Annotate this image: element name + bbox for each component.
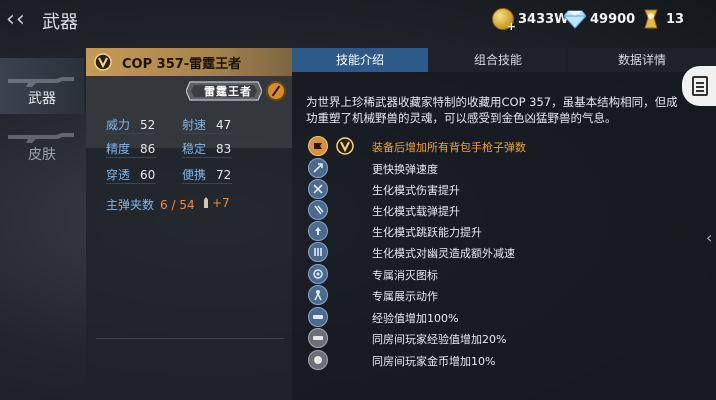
- stat-penetration: 穿透 60: [106, 168, 156, 182]
- bullet-icon: [204, 197, 208, 208]
- skill-row: 同房间玩家经验值增加20%: [308, 328, 688, 348]
- tab-combo-skills[interactable]: 组合技能: [430, 48, 566, 72]
- sidebar-item-label: 皮肤: [28, 147, 56, 163]
- stat-portability: 便携 72: [182, 168, 232, 182]
- kill-mark-icon: [308, 264, 328, 284]
- skill-text: 同房间玩家经验值增加20%: [372, 333, 507, 346]
- rank-badge-icon: [644, 9, 658, 29]
- gold-counter[interactable]: 3433W: [492, 6, 569, 33]
- rank-counter[interactable]: 13: [642, 6, 684, 32]
- weapon-info-panel: COP 357-雷霆王者 雷霆王者 威力 52 射速 47 精度 86 稳定 83 穿透…: [86, 48, 292, 400]
- skill-row: 生化模式载弹提升: [308, 200, 688, 220]
- weapon-header: COP 357-雷霆王者: [86, 48, 292, 76]
- vip-icon: [94, 53, 112, 71]
- diamond-amount: 49900: [590, 11, 636, 27]
- magazine-icon: [308, 200, 328, 220]
- skill-text: 生化模式跳跃能力提升: [372, 226, 482, 239]
- stat-underline: [182, 183, 232, 184]
- skill-row: 专属消灭图标: [308, 264, 688, 284]
- skill-text: 专属展示动作: [372, 290, 438, 303]
- stat-power: 威力 52: [106, 118, 156, 132]
- stat-fire-rate: 射速 47: [182, 118, 232, 132]
- ammo-readout: 主弹夹数 6 / 54: [106, 196, 195, 213]
- document-icon: [692, 76, 708, 96]
- skill-row: 专属展示动作: [308, 285, 688, 305]
- diamond-counter[interactable]: 49900: [564, 6, 635, 32]
- sidebar-item-label: 武器: [28, 91, 56, 107]
- skill-text: 经验值增加100%: [372, 312, 459, 325]
- room-exp-icon: [308, 328, 328, 348]
- jump-icon: [308, 221, 328, 241]
- chevron-left-icon: ‹: [6, 7, 15, 32]
- divider: [96, 338, 284, 339]
- skill-text: 更快换弹速度: [372, 163, 438, 176]
- skill-text: 装备后增加所有背包手枪子弹数: [372, 141, 526, 154]
- sidebar: 武器 皮肤: [0, 40, 84, 400]
- weapon-name: COP 357-雷霆王者: [122, 57, 242, 72]
- exp-icon: [308, 307, 328, 327]
- showcase-icon: [308, 285, 328, 305]
- skill-row: 装备后增加所有背包手枪子弹数: [308, 136, 688, 156]
- rifle-icon: [8, 133, 74, 143]
- room-gold-icon: [308, 350, 328, 370]
- skill-row: 生化模式跳跃能力提升: [308, 221, 688, 241]
- skill-row: 同房间玩家金币增加10%: [308, 350, 688, 370]
- gold-coin-icon: [492, 8, 516, 33]
- name-plate-label: 雷霆王者: [204, 85, 252, 98]
- back-button[interactable]: ‹ ‹: [4, 8, 34, 32]
- ammo-value: 6 / 54: [160, 198, 195, 212]
- skill-row: 更快换弹速度: [308, 158, 688, 178]
- tab-skill-intro[interactable]: 技能介绍: [292, 48, 428, 72]
- stat-underline: [106, 183, 156, 184]
- gold-amount: 3433W: [518, 11, 569, 27]
- slow-icon: [308, 242, 328, 262]
- skill-text: 生化模式伤害提升: [372, 184, 460, 197]
- sidebar-item-weapons[interactable]: 武器: [0, 58, 84, 114]
- reload-icon: [308, 158, 328, 178]
- vip-icon: [336, 137, 354, 155]
- damage-icon: [308, 179, 328, 199]
- stat-underline: [106, 133, 156, 134]
- skill-text: 同房间玩家金币增加10%: [372, 355, 496, 368]
- rifle-icon: [8, 77, 74, 87]
- page-title: 武器: [42, 12, 78, 33]
- ammo-bonus: +7: [212, 196, 230, 210]
- rank-amount: 13: [666, 11, 685, 27]
- stat-accuracy: 精度 86: [106, 142, 156, 156]
- weapon-badge-row: 雷霆王者: [86, 76, 292, 148]
- sidebar-item-skins[interactable]: 皮肤: [0, 114, 84, 170]
- chevron-left-icon: ‹: [16, 7, 25, 32]
- skill-row: 生化模式伤害提升: [308, 179, 688, 199]
- stat-underline: [182, 133, 232, 134]
- ammo-icon: [308, 136, 328, 156]
- skill-text: 专属消灭图标: [372, 269, 438, 282]
- stat-stability: 稳定 83: [182, 142, 232, 156]
- weapon-description: 为世界上珍稀武器收藏家特制的收藏用COP 357，虽基本结构相同，但成功重塑了机…: [306, 95, 678, 125]
- notes-button[interactable]: [682, 66, 716, 106]
- skill-text: 生化模式载弹提升: [372, 205, 460, 218]
- weapon-badge-icon[interactable]: [266, 81, 286, 101]
- skill-row: 生化模式对幽灵造成额外减速: [308, 242, 688, 262]
- diamond-icon: [564, 10, 586, 29]
- top-bar: ‹ ‹ 武器 3433W 49900 13: [0, 0, 716, 40]
- detail-tabs: 技能介绍 组合技能 数据详情: [292, 48, 716, 72]
- stat-underline: [182, 157, 232, 158]
- stat-underline: [106, 157, 156, 158]
- skill-intro-panel: 为世界上珍稀武器收藏家特制的收藏用COP 357，虽基本结构相同，但成功重塑了机…: [292, 72, 716, 400]
- chevron-left-icon[interactable]: ‹: [706, 228, 716, 260]
- ammo-label: 主弹夹数: [106, 198, 155, 212]
- skill-text: 生化模式对幽灵造成额外减速: [372, 247, 515, 260]
- skill-row: 经验值增加100%: [308, 307, 688, 327]
